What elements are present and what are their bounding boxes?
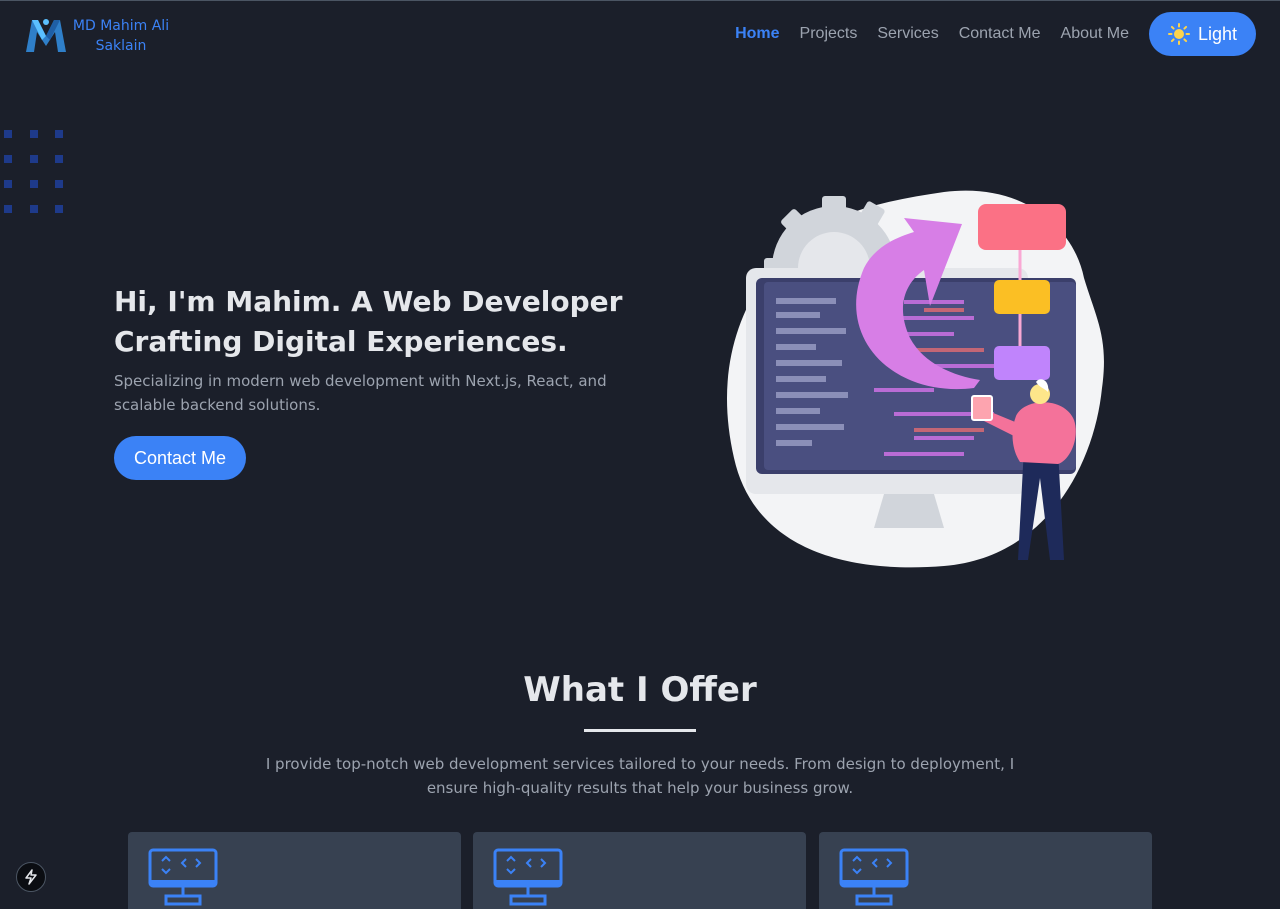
top-navbar: MD Mahim Ali Saklain Home Projects Servi… [0, 0, 1280, 68]
service-card-1[interactable] [128, 832, 461, 909]
decorative-dot-grid [4, 130, 68, 216]
theme-toggle-button[interactable]: Light [1149, 12, 1256, 56]
section-description: I provide top-notch web development serv… [265, 755, 1015, 797]
nav-projects[interactable]: Projects [800, 25, 858, 43]
monitor-code-icon [148, 848, 218, 906]
nav-contact[interactable]: Contact Me [959, 25, 1041, 43]
nav-home[interactable]: Home [735, 25, 779, 43]
hero-illustration [726, 190, 1104, 568]
service-card-2[interactable] [473, 832, 806, 909]
nav-links: Home Projects Services Contact Me About … [735, 12, 1256, 56]
section-title: What I Offer [523, 670, 757, 710]
service-card-3[interactable] [819, 832, 1152, 909]
logo-line-2: Saklain [95, 38, 147, 54]
hero-subtitle: Specializing in modern web development w… [114, 372, 607, 414]
dev-tools-button[interactable] [16, 862, 46, 892]
nav-services[interactable]: Services [877, 25, 938, 43]
sun-icon [1167, 23, 1190, 45]
theme-toggle-label: Light [1197, 23, 1238, 44]
hero-title: Hi, I'm Mahim. A Web Developer Crafting … [114, 285, 623, 358]
nav-about[interactable]: About Me [1061, 25, 1129, 43]
lightning-bolt-icon [25, 869, 37, 885]
site-logo[interactable]: MD Mahim Ali Saklain [24, 14, 174, 56]
logo-m-icon [26, 19, 66, 52]
monitor-code-icon [839, 848, 909, 906]
logo-text: MD Mahim Ali Saklain [68, 16, 174, 56]
logo-line-1: MD Mahim Ali [72, 18, 170, 34]
contact-me-button[interactable]: Contact Me [114, 436, 246, 480]
monitor-code-icon [493, 848, 563, 906]
section-title-underline [584, 729, 696, 732]
